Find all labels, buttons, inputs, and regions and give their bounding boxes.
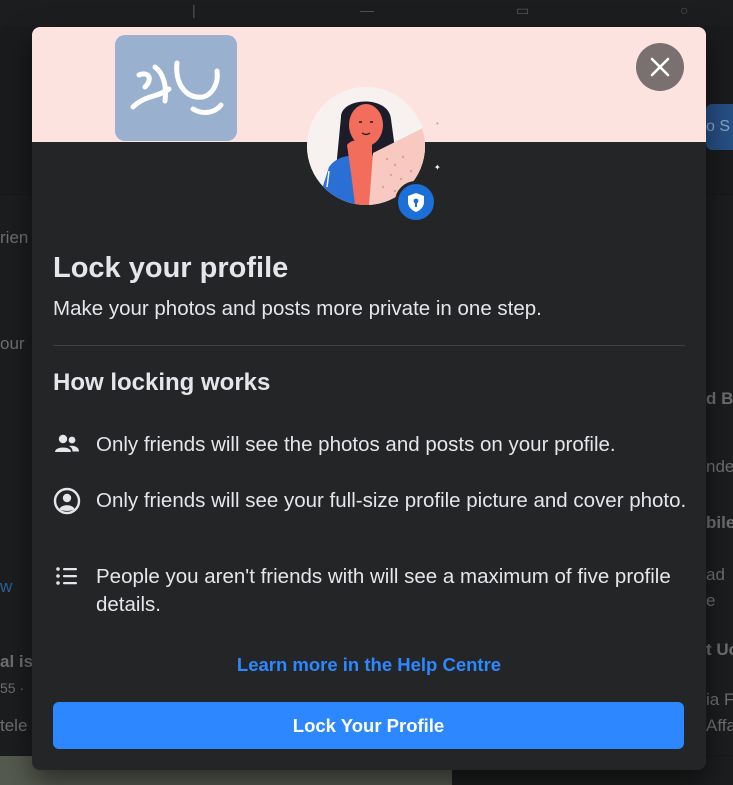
nav-icon: — — [360, 2, 374, 18]
background-text: ad — [706, 565, 725, 584]
background-text: d B — [706, 389, 733, 408]
profile-circle-icon — [53, 487, 81, 515]
background-text: tele — [0, 716, 28, 735]
watermark-calligraphy — [130, 60, 224, 115]
close-button[interactable] — [636, 43, 684, 91]
background-button-label: o S — [706, 118, 731, 135]
background-text: t Uc — [706, 640, 733, 659]
profile-illustration — [307, 87, 437, 223]
background-text: e — [706, 591, 716, 610]
lock-profile-button[interactable]: Lock Your Profile — [53, 702, 684, 749]
background-text: 55 · — [0, 680, 25, 696]
info-item-text: Only friends will see the photos and pos… — [96, 433, 616, 456]
shield-lock-badge — [395, 181, 437, 223]
background-text: rien — [0, 228, 29, 247]
help-centre-link[interactable]: Learn more in the Help Centre — [32, 654, 706, 676]
sparkle-icon: ✦ — [434, 163, 441, 172]
info-item-text: Only friends will see your full-size pro… — [96, 489, 687, 512]
nav-icon: ▭ — [516, 2, 530, 18]
background-button: o S — [706, 104, 733, 150]
dialog-title: Lock your profile — [53, 252, 289, 284]
list-icon — [53, 563, 81, 591]
dialog-subtitle: Make your photos and posts more private … — [53, 297, 542, 320]
sparkle-icon: • — [436, 119, 439, 128]
background-text: ia F — [706, 690, 733, 709]
background-text: nde — [706, 457, 733, 476]
section-title: How locking works — [53, 369, 271, 396]
background-text: w — [0, 577, 13, 596]
top-navigation-bar: | — ▭ ○ — [0, 0, 733, 26]
divider — [53, 345, 685, 346]
close-icon — [650, 57, 670, 77]
watermark-logo — [115, 35, 237, 141]
background-text: al is — [0, 652, 34, 671]
nav-icon: ○ — [680, 2, 689, 18]
friends-icon — [53, 431, 81, 459]
background-text: our — [0, 334, 25, 353]
background-text: bile — [706, 513, 733, 532]
info-item-text: People you aren't friends with will see … — [96, 565, 671, 616]
background-text: Affa — [706, 716, 733, 735]
lock-profile-dialog: • ✦ Lock your profile Make your photos a… — [32, 27, 706, 770]
nav-icon: | — [192, 2, 196, 18]
shield-lock-icon — [408, 193, 424, 212]
